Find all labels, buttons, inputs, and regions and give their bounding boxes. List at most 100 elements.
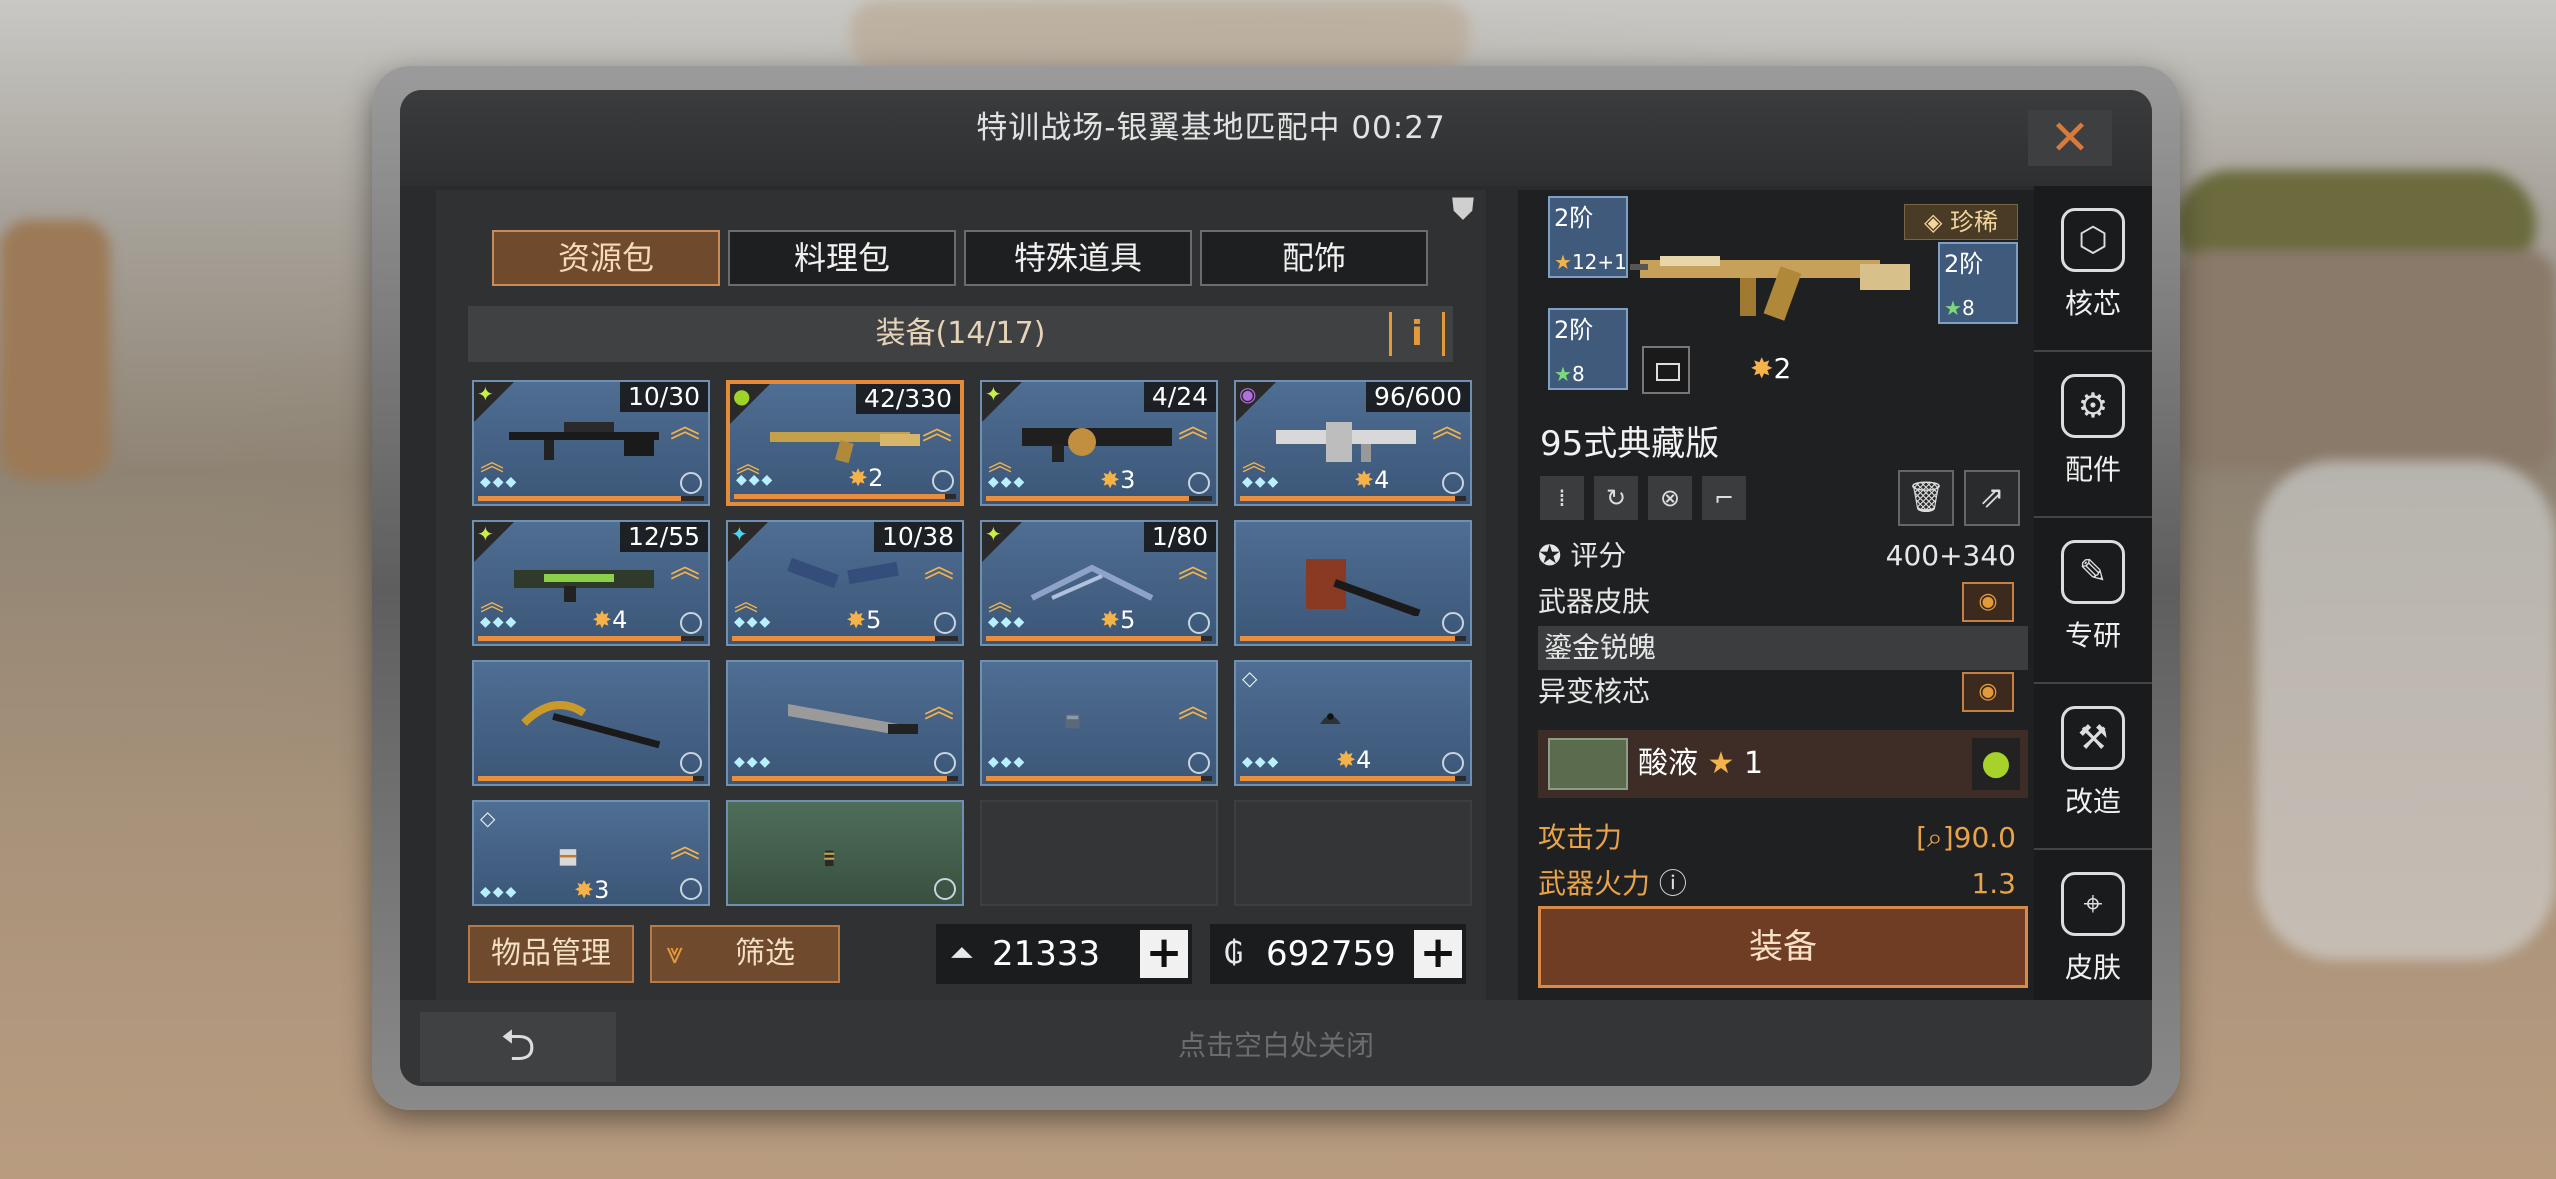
item-management-button[interactable]: 物品管理 (468, 925, 634, 983)
launcher-art (1022, 428, 1172, 462)
nav-modify[interactable]: ⚒ 改造 (2034, 684, 2152, 850)
inventory-slot-claw-weapon[interactable]: ✦ 1/80 ︽ ︽ ◆◆◆ ✸5 (980, 520, 1218, 646)
equip-button[interactable]: 装备 (1538, 906, 2028, 988)
nav-skin-label: 皮肤 (2064, 951, 2121, 984)
firepower-label: 武器火力 (1538, 867, 1651, 900)
durability-bar (478, 496, 704, 501)
ammo-count: 42/330 (856, 384, 960, 414)
inventory-slot-sniper-rifle[interactable]: ✦ 10/30 ︽ ︽ ◆◆◆ (472, 380, 710, 506)
nav-core[interactable]: ⬡ 核芯 (2034, 186, 2152, 352)
attachment-slot-magazine[interactable]: 2阶 ★8 (1548, 308, 1628, 390)
upgrade-arrow-icon: ︽ (1178, 410, 1208, 445)
inventory-slot-gold-totem[interactable] (726, 800, 964, 906)
filter-button[interactable]: ⩔ 筛选 (650, 925, 840, 983)
inventory-slot-axe[interactable] (1234, 520, 1472, 646)
tab-resource-pack[interactable]: 资源包 (492, 230, 720, 286)
inventory-slot-empty[interactable] (980, 800, 1218, 906)
attachment-slot-muzzle[interactable]: 2阶 ★12+1 (1548, 196, 1628, 278)
cycle-icon (1188, 612, 1210, 634)
pin-icon[interactable]: ⛊ (1446, 192, 1480, 242)
close-button[interactable]: ✕ (2028, 110, 2112, 166)
machete-art (788, 704, 918, 734)
inventory-slot-dual-pistols[interactable]: ✦ 10/38 ︽ ︽ ◆◆◆ ✸5 (726, 520, 964, 646)
mutation-core-row: 异变核芯 ◉ (1538, 670, 2028, 714)
nav-research-label: 专研 (2064, 619, 2121, 652)
nav-modify-label: 改造 (2064, 785, 2121, 818)
bottom-bar[interactable]: ⮌ 点击空白处关闭 (400, 1000, 2152, 1086)
slot-tier: 2阶 (1554, 204, 1594, 232)
star-level: ✸3 (1100, 466, 1136, 494)
mod-slots-indicator: ◆◆◆ (734, 614, 773, 630)
mod-slots-indicator: ◆◆◆ (734, 754, 773, 770)
inventory-slot-hooded-armor[interactable]: ◇ ◆◆◆ ✸4 (1234, 660, 1472, 786)
cycle-icon (934, 878, 956, 900)
modify-icon: ⚒ (2061, 706, 2125, 770)
inventory-slot-ak-gold[interactable]: ● 42/330 ︽ ︽ ◆◆◆ ✸2 (726, 380, 964, 506)
star-level: ✸4 (592, 606, 628, 634)
cycle-icon (934, 612, 956, 634)
nav-skin[interactable]: ⌖ 皮肤 (2034, 850, 2152, 1016)
rank-chevron-icon: ︽ (988, 588, 1012, 616)
skin-label: 武器皮肤 (1538, 585, 1651, 618)
skin-name-row[interactable]: 鎏金锐魄 (1538, 626, 2028, 670)
ammo-count: 4/24 (1143, 382, 1216, 412)
durability-bar (986, 636, 1212, 641)
cycle-icon (932, 470, 954, 492)
inventory-actions: 物品管理 ⩔ 筛选 (468, 925, 840, 983)
reload-icon[interactable]: ↻ (1594, 476, 1638, 520)
inventory-slot-energy-rifle[interactable]: ✦ 12/55 ︽ ︽ ◆◆◆ ✸4 (472, 520, 710, 646)
inventory-slot-machete[interactable]: ︽ ◆◆◆ (726, 660, 964, 786)
inventory-slot-pickaxe[interactable] (472, 660, 710, 786)
upgrade-arrow-icon: ︽ (670, 410, 700, 445)
preview-button[interactable] (1642, 346, 1690, 394)
weapon-name: 95式典藏版 (1540, 424, 1720, 464)
magnify-icon: [⌕] (1916, 821, 1954, 854)
rank-chevron-icon: ︽ (734, 588, 758, 616)
nav-attachments[interactable]: ⚙ 配件 (2034, 352, 2152, 518)
delete-button[interactable]: 🗑 (1898, 470, 1954, 526)
inventory-slot-camo-rifle[interactable]: ◉ 96/600 ︽ ︽ ◆◆◆ ✸4 (1234, 380, 1472, 506)
eye-icon[interactable]: ◉ (1962, 672, 2014, 712)
tab-food-pack[interactable]: 料理包 (728, 230, 956, 286)
crosshair-icon[interactable]: ⊗ (1648, 476, 1692, 520)
tab-special-items[interactable]: 特殊道具 (964, 230, 1192, 286)
background-planter-left (0, 220, 110, 480)
info-button[interactable]: i (1389, 312, 1445, 356)
camo-rifle-art (1276, 422, 1416, 462)
weapon-trait-icons: ⁞ ↻ ⊗ ⌐ (1540, 476, 1746, 520)
inventory-slot-harness-armor[interactable]: ◇ ︽ ◆◆◆ ✸3 (472, 800, 710, 906)
durability-bar (986, 776, 1212, 781)
nav-research[interactable]: ✎ 专研 (2034, 518, 2152, 684)
background-planter-right (2176, 250, 2556, 470)
assault-rifle-art (770, 432, 920, 464)
research-icon: ✎ (2061, 540, 2125, 604)
inventory-slot-grenade-launcher[interactable]: ✦ 4/24 ︽ ︽ ◆◆◆ ✸3 (980, 380, 1218, 506)
inventory-slot-empty[interactable] (1234, 800, 1472, 906)
claw-weapon-art (1030, 564, 1154, 601)
core-level: 1 (1743, 746, 1764, 781)
rank-chevron-icon: ︽ (480, 448, 504, 476)
rarity-badge: ◈ 珍稀 (1904, 204, 2018, 240)
add-parts-button[interactable]: + (1140, 930, 1188, 978)
inventory-slot-armor-vest[interactable]: ︽ ◆◆◆ (980, 660, 1218, 786)
energy-rifle-art (514, 570, 654, 602)
share-button[interactable]: ⇗ (1964, 470, 2020, 526)
durability-bar (1240, 496, 1466, 501)
filter-chevron-icon: ⩔ (666, 936, 683, 971)
add-coins-button[interactable]: + (1414, 930, 1462, 978)
wing-icon: ✦ (985, 382, 1002, 406)
acid-core-item[interactable]: 酸液 ★ 1 ● (1538, 730, 2028, 798)
match-status-title: 特训战场-银翼基地匹配中 00:27 (976, 110, 1446, 146)
device-frame: 特训战场-银翼基地匹配中 00:27 ✕ 资源包 料理包 特殊道具 配饰 ⛊ 装… (372, 66, 2180, 1110)
upgrade-arrow-icon: ︽ (670, 830, 700, 865)
attachment-slot-scope[interactable]: 2阶 ★8 (1938, 242, 2018, 324)
eye-icon[interactable]: ◉ (1962, 582, 2014, 622)
nav-attachments-label: 配件 (2064, 453, 2121, 486)
slot-tier: 2阶 (1554, 316, 1594, 344)
dual-pistols-art (787, 558, 899, 589)
ammo-icon[interactable]: ⁞ (1540, 476, 1584, 520)
tab-accessories[interactable]: 配饰 (1200, 230, 1428, 286)
info-circle-icon[interactable]: ⓘ (1659, 867, 1687, 900)
ammo-count: 96/600 (1366, 382, 1470, 412)
pistol-icon[interactable]: ⌐ (1702, 476, 1746, 520)
